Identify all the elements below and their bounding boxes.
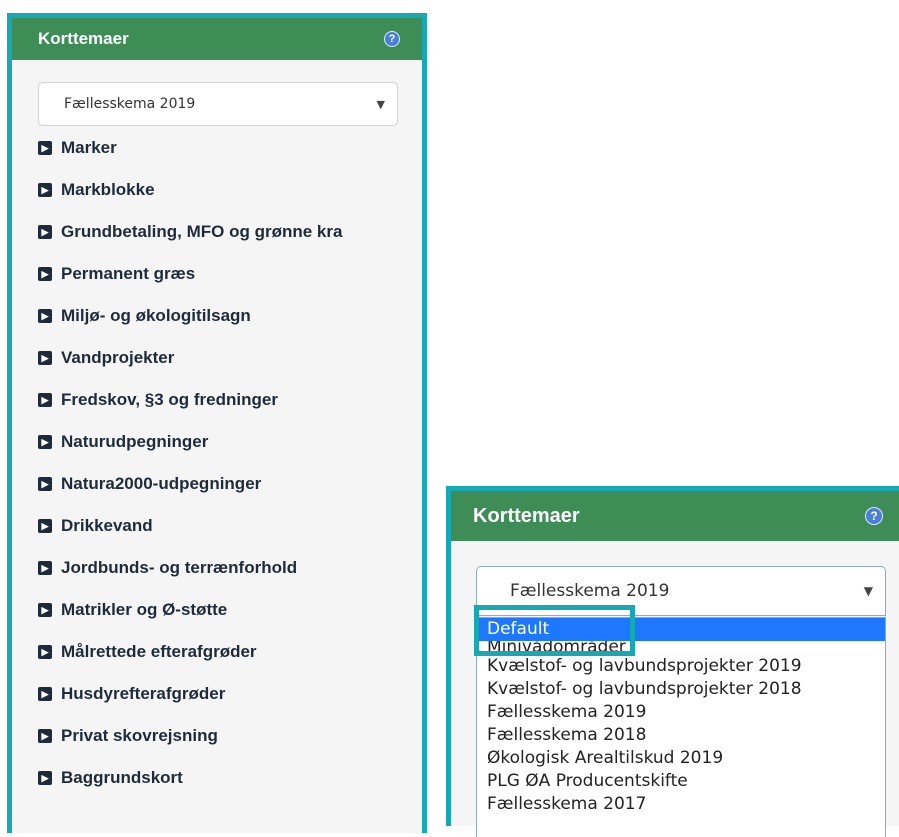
expand-icon: ▶ — [38, 561, 52, 575]
question-circle-icon[interactable]: ? — [384, 31, 400, 47]
theme-item-label: Målrettede efterafgrøder — [61, 642, 257, 661]
dropdown-option[interactable]: PLG ØA Producentskifte — [477, 770, 885, 793]
theme-panel-right: Korttemaer ? Fællesskema 2019 ▼ Default … — [446, 486, 899, 837]
theme-item-label: Matrikler og Ø-støtte — [61, 600, 228, 619]
chevron-down-icon: ▼ — [863, 584, 873, 598]
theme-item-permanent-graes[interactable]: ▶ Permanent græs — [38, 253, 430, 295]
theme-item-miljo[interactable]: ▶ Miljø- og økologitilsagn — [38, 295, 430, 337]
theme-select-value: Fællesskema 2019 — [64, 96, 196, 112]
theme-item-markblokke[interactable]: ▶ Markblokke — [38, 169, 430, 211]
expand-icon: ▶ — [38, 309, 52, 323]
theme-list: ▶ Marker ▶ Markblokke ▶ Grundbetaling, MFO … — [38, 127, 430, 799]
expand-icon: ▶ — [38, 183, 52, 197]
theme-select-value: Fællesskema 2019 — [510, 581, 670, 601]
expand-icon: ▶ — [38, 519, 52, 533]
theme-item-grundbetaling[interactable]: ▶ Grundbetaling, MFO og grønne kra — [38, 211, 430, 253]
dropdown-option[interactable]: Økologisk Arealtilskud 2019 — [477, 747, 885, 770]
panel-title: Korttemaer — [473, 504, 580, 527]
theme-item-label: Fredskov, §3 og fredninger — [61, 390, 278, 409]
theme-item-drikkevand[interactable]: ▶ Drikkevand — [38, 505, 430, 547]
dropdown-option[interactable]: Kvælstof- og lavbundsprojekter 2019 — [477, 655, 885, 678]
theme-panel-left: Korttemaer ? Fællesskema 2019 ▼ ▶ Marker … — [7, 13, 427, 833]
theme-item-label: Natura2000-udpegninger — [61, 474, 262, 493]
theme-item-marker[interactable]: ▶ Marker — [38, 127, 430, 169]
expand-icon: ▶ — [38, 267, 52, 281]
expand-icon: ▶ — [38, 477, 52, 491]
expand-icon: ▶ — [38, 687, 52, 701]
theme-item-label: Miljø- og økologitilsagn — [61, 306, 251, 325]
expand-icon: ▶ — [38, 393, 52, 407]
theme-item-label: Drikkevand — [61, 516, 153, 535]
theme-item-fredskov[interactable]: ▶ Fredskov, §3 og fredninger — [38, 379, 430, 421]
theme-item-label: Markblokke — [61, 180, 155, 199]
theme-item-label: Jordbunds- og terrænforhold — [61, 558, 298, 577]
expand-icon: ▶ — [38, 435, 52, 449]
theme-select[interactable]: Fællesskema 2019 ▼ — [38, 82, 398, 126]
expand-icon: ▶ — [38, 729, 52, 743]
theme-item-privat-skovrejsning[interactable]: ▶ Privat skovrejsning — [38, 715, 430, 757]
theme-item-naturudpegninger[interactable]: ▶ Naturudpegninger — [38, 421, 430, 463]
panel-header: Korttemaer ? — [451, 491, 899, 541]
theme-item-malrettede[interactable]: ▶ Målrettede efterafgrøder — [38, 631, 430, 673]
panel-title: Korttemaer — [38, 29, 129, 48]
theme-item-label: Grundbetaling, MFO og grønne kra — [61, 222, 343, 241]
expand-icon: ▶ — [38, 771, 52, 785]
question-circle-icon[interactable]: ? — [865, 507, 883, 525]
dropdown-option[interactable]: Fællesskema 2018 — [477, 724, 885, 747]
expand-icon: ▶ — [38, 603, 52, 617]
expand-icon: ▶ — [38, 225, 52, 239]
panel-header: Korttemaer ? — [12, 18, 422, 60]
theme-item-baggrundskort[interactable]: ▶ Baggrundskort — [38, 757, 430, 799]
theme-item-matrikler[interactable]: ▶ Matrikler og Ø-støtte — [38, 589, 430, 631]
theme-item-natura2000[interactable]: ▶ Natura2000-udpegninger — [38, 463, 430, 505]
theme-item-label: Vandprojekter — [61, 348, 175, 367]
theme-item-label: Privat skovrejsning — [61, 726, 218, 745]
theme-item-husdyrefterafgroder[interactable]: ▶ Husdyrefterafgrøder — [38, 673, 430, 715]
theme-item-label: Marker — [61, 138, 117, 157]
highlight-box — [474, 605, 635, 656]
theme-item-label: Husdyrefterafgrøder — [61, 684, 226, 703]
theme-item-label: Naturudpegninger — [61, 432, 209, 451]
expand-icon: ▶ — [38, 645, 52, 659]
expand-icon: ▶ — [38, 141, 52, 155]
chevron-down-icon: ▼ — [376, 97, 385, 111]
theme-item-label: Permanent græs — [61, 264, 196, 283]
expand-icon: ▶ — [38, 351, 52, 365]
dropdown-option[interactable]: Fællesskema 2017 — [477, 793, 885, 816]
theme-item-vandprojekter[interactable]: ▶ Vandprojekter — [38, 337, 430, 379]
theme-item-label: Baggrundskort — [61, 768, 183, 787]
theme-item-jordbunds[interactable]: ▶ Jordbunds- og terrænforhold — [38, 547, 430, 589]
dropdown-option[interactable]: Kvælstof- og lavbundsprojekter 2018 — [477, 678, 885, 701]
dropdown-option[interactable]: Fællesskema 2019 — [477, 701, 885, 724]
